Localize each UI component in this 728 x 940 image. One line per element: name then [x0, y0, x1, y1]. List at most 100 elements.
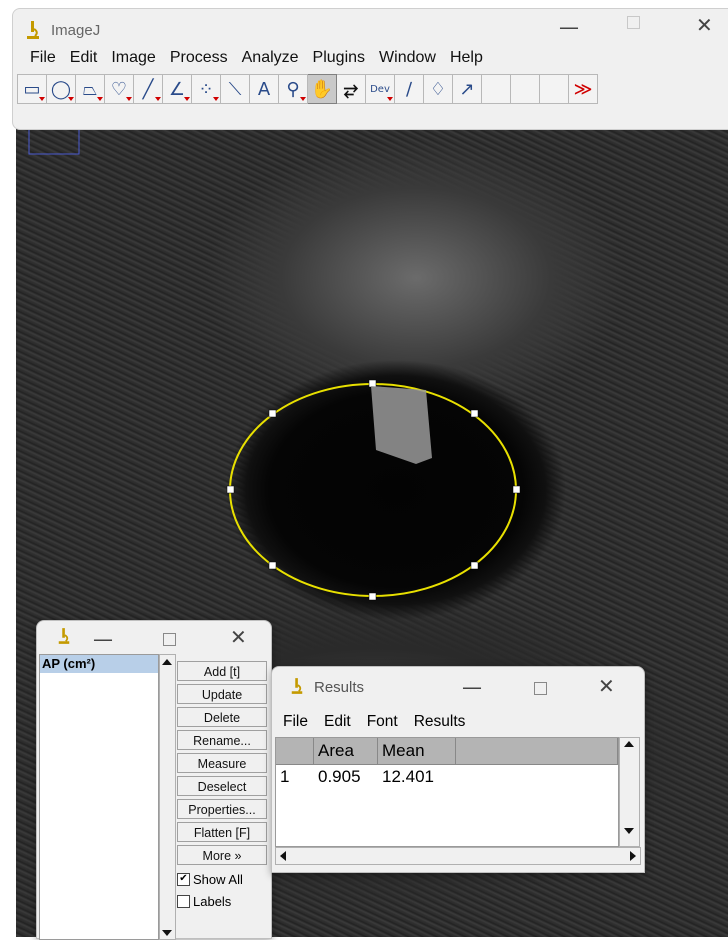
menu-help[interactable]: Help: [443, 49, 490, 67]
freehand-tool-icon[interactable]: ♡: [105, 74, 134, 104]
angle-tool-icon[interactable]: ∠: [163, 74, 192, 104]
menu-arrow-icon: [300, 97, 306, 101]
line-tool-icon[interactable]: ╱: [134, 74, 163, 104]
multipoint-tool-icon[interactable]: ⁘: [192, 74, 221, 104]
roi-handle[interactable]: [512, 485, 521, 494]
menu-plugins[interactable]: Plugins: [306, 49, 372, 67]
column-header[interactable]: [456, 738, 618, 764]
scroll-left-icon[interactable]: [280, 851, 286, 861]
table-cell: 1: [280, 767, 290, 786]
roi-handle[interactable]: [368, 379, 377, 388]
empty-slot[interactable]: [482, 74, 511, 104]
magnifier-tool-icon: ⚲: [286, 78, 300, 100]
dev-tool-icon[interactable]: Dev: [366, 74, 395, 104]
labels[interactable]: Labels: [177, 890, 269, 912]
roi-delete-button[interactable]: Delete: [177, 707, 267, 727]
roi-add-t-button[interactable]: Add [t]: [177, 661, 267, 681]
eye-reflection: [371, 386, 432, 464]
menu-file[interactable]: File: [23, 49, 63, 67]
wand-tool-icon: ⟍: [228, 78, 242, 100]
results-title: Results: [314, 679, 365, 696]
close-button[interactable]: ✕: [230, 625, 247, 649]
roi-handle[interactable]: [226, 485, 235, 494]
menu-image[interactable]: Image: [104, 49, 162, 67]
close-button[interactable]: ✕: [696, 13, 713, 37]
wand-tool-icon[interactable]: ⟍: [221, 74, 250, 104]
roi-rename-button[interactable]: Rename...: [177, 730, 267, 750]
minimize-button[interactable]: —: [93, 627, 113, 651]
results-menu-results[interactable]: Results: [414, 713, 466, 731]
arrow-tool-icon[interactable]: ↗: [453, 74, 482, 104]
table-row[interactable]: 1 0.905 12.401: [276, 765, 618, 789]
rectangle-tool-icon[interactable]: ▭: [17, 74, 47, 104]
flood-fill-tool-icon: ♢: [429, 78, 447, 100]
roi-properties-button[interactable]: Properties...: [177, 799, 267, 819]
maximize-button[interactable]: [534, 682, 547, 695]
roi-flatten-f-button[interactable]: Flatten [F]: [177, 822, 267, 842]
empty-slot[interactable]: [540, 74, 569, 104]
multipoint-tool-icon: ⁘: [198, 78, 214, 100]
show-all[interactable]: ✔ Show All: [177, 868, 269, 890]
roi-buttons: Add [t] Update Delete Rename... Measure Desel…: [177, 661, 269, 912]
labels-label: Labels: [193, 893, 232, 909]
labels-checkbox[interactable]: [177, 894, 190, 908]
text-tool-icon[interactable]: A: [250, 74, 279, 104]
scroll-down-icon[interactable]: [624, 828, 634, 834]
menu-process[interactable]: Process: [163, 49, 235, 67]
maximize-button[interactable]: [163, 633, 176, 646]
more-tools-icon[interactable]: ≫: [569, 74, 598, 104]
menu-arrow-icon: [155, 97, 161, 101]
results-horizontal-scrollbar[interactable]: [275, 847, 641, 865]
tool-bar: ▭ ◯ ⏢ ♡ ╱ ∠ ⁘ ⟍ A ⚲ ✋ ⥂ Dev ∕ ♢ ↗ ≫: [17, 74, 598, 104]
hand-tool-icon[interactable]: ✋: [308, 74, 337, 104]
angle-tool-icon: ∠: [168, 78, 186, 100]
roi-more-button[interactable]: More »: [177, 845, 267, 865]
arrow-tool-icon: ↗: [459, 78, 475, 100]
menu-analyze[interactable]: Analyze: [235, 49, 306, 67]
column-header[interactable]: Mean: [378, 738, 456, 764]
results-table[interactable]: Area Mean 1 0.905 12.401: [275, 737, 619, 847]
roi-handle[interactable]: [368, 592, 377, 601]
imagej-titlebar: ImageJ: [25, 18, 100, 42]
menu-window[interactable]: Window: [372, 49, 443, 67]
results-table-header: Area Mean: [276, 738, 618, 765]
scroll-up-icon[interactable]: [162, 659, 172, 665]
show-all-checkbox[interactable]: ✔: [177, 872, 190, 886]
minimize-button[interactable]: —: [559, 15, 579, 39]
results-menu-font[interactable]: Font: [367, 713, 398, 731]
microscope-icon: [58, 628, 70, 644]
magnifier-tool-icon[interactable]: ⚲: [279, 74, 308, 104]
results-menu-edit[interactable]: Edit: [324, 713, 351, 731]
scroll-up-icon[interactable]: [624, 741, 634, 747]
menu-edit[interactable]: Edit: [63, 49, 105, 67]
results-menu-file[interactable]: File: [283, 713, 308, 731]
roi-deselect-button[interactable]: Deselect: [177, 776, 267, 796]
brush-tool-icon[interactable]: ∕: [395, 74, 424, 104]
oval-tool-icon[interactable]: ◯: [47, 74, 76, 104]
roi-list-header[interactable]: AP (cm²): [40, 655, 158, 673]
empty-slot[interactable]: [511, 74, 540, 104]
rectangle-tool-icon: ▭: [23, 78, 41, 100]
menu-arrow-icon: [213, 97, 219, 101]
roi-manager-window: — ✕ AP (cm²) Add [t] Update Delete Rename..…: [36, 620, 272, 940]
roi-update-button[interactable]: Update: [177, 684, 267, 704]
polygon-tool-icon[interactable]: ⏢: [76, 74, 105, 104]
close-button[interactable]: ✕: [598, 674, 615, 698]
column-header[interactable]: Area: [314, 738, 378, 764]
roi-handle[interactable]: [268, 561, 277, 570]
roi-handle[interactable]: [268, 409, 277, 418]
roi-list[interactable]: AP (cm²): [39, 654, 159, 940]
roi-handle[interactable]: [470, 561, 479, 570]
flood-fill-tool-icon[interactable]: ♢: [424, 74, 453, 104]
minimize-button[interactable]: —: [462, 675, 482, 699]
column-header[interactable]: [276, 738, 314, 764]
roi-handle[interactable]: [470, 409, 479, 418]
app-title: ImageJ: [51, 21, 101, 39]
scroll-down-icon[interactable]: [162, 930, 172, 936]
roi-list-scrollbar[interactable]: [159, 654, 176, 940]
maximize-button[interactable]: [627, 16, 640, 29]
roi-measure-button[interactable]: Measure: [177, 753, 267, 773]
dropper-tool-icon[interactable]: ⥂: [337, 74, 366, 104]
results-vertical-scrollbar[interactable]: [619, 737, 640, 847]
scroll-right-icon[interactable]: [630, 851, 636, 861]
